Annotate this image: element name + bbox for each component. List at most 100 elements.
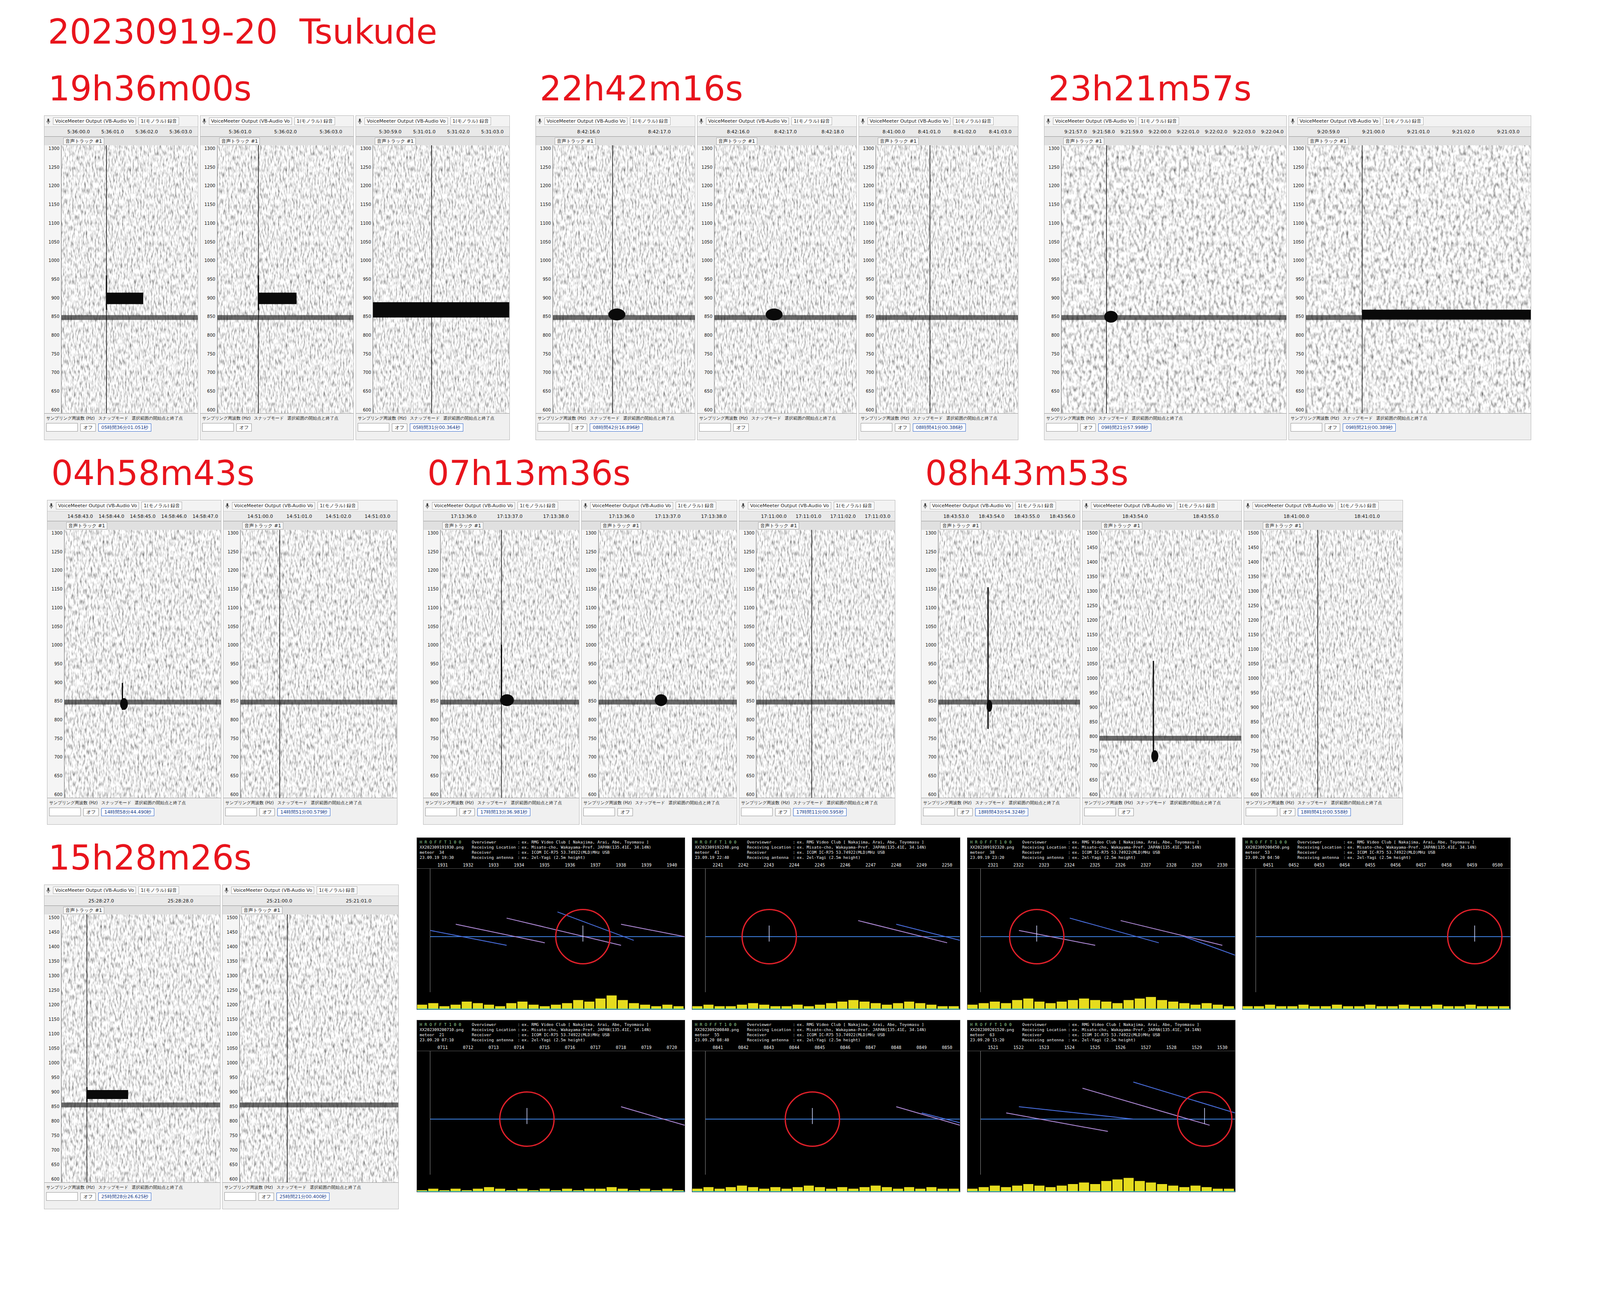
device-select[interactable]: VoiceMeeter Output (VB-Audio Vo bbox=[364, 117, 448, 125]
cursor-line[interactable] bbox=[929, 145, 931, 414]
selection-start-field[interactable]: 14時間51分00.579秒 bbox=[277, 808, 331, 817]
cursor-line[interactable] bbox=[501, 529, 503, 798]
cursor-line[interactable] bbox=[86, 914, 88, 1183]
device-select[interactable]: VoiceMeeter Output (VB-Audio Vo bbox=[867, 117, 951, 125]
spectrogram-plot[interactable] bbox=[64, 529, 221, 798]
track-name[interactable]: 音声トラック #1 bbox=[1101, 522, 1143, 530]
cursor-line[interactable] bbox=[612, 145, 614, 414]
time-ruler[interactable]: 14:58:43.014:58:44.014:58:45.014:58:46.0… bbox=[47, 511, 221, 522]
device-select[interactable]: VoiceMeeter Output (VB-Audio Vo bbox=[208, 117, 292, 125]
spectrogram-plot[interactable] bbox=[239, 914, 399, 1183]
spectrogram-plot[interactable] bbox=[440, 529, 580, 798]
track-name[interactable]: 音声トラック #1 bbox=[877, 137, 919, 145]
device-select[interactable]: VoiceMeeter Output (VB-Audio Vo bbox=[52, 117, 136, 125]
selection-start-field[interactable]: 17時間13分36.981秒 bbox=[477, 808, 531, 817]
cursor-line[interactable] bbox=[1105, 145, 1107, 414]
channel-select[interactable]: 1(モノラル) 録音 bbox=[317, 501, 359, 510]
device-select[interactable]: VoiceMeeter Output (VB-Audio Vo bbox=[1252, 502, 1336, 510]
selection-start-field[interactable]: 25時間21分00.400秒 bbox=[276, 1192, 330, 1201]
time-ruler[interactable]: 9:21:57.09:21:58.09:21:59.09:22:00.09:22… bbox=[1044, 126, 1287, 137]
cursor-line[interactable] bbox=[811, 529, 813, 798]
time-ruler[interactable]: 18:43:54.018:43:55.0 bbox=[1082, 511, 1242, 522]
track-name[interactable]: 音声トラック #1 bbox=[242, 522, 284, 530]
spectrogram-plot[interactable] bbox=[240, 529, 398, 798]
rate-select[interactable] bbox=[1245, 807, 1278, 817]
device-select[interactable]: VoiceMeeter Output (VB-Audio Vo bbox=[1297, 117, 1381, 125]
selection-start-field[interactable]: 09時間21分00.389秒 bbox=[1342, 423, 1396, 432]
time-ruler[interactable]: 8:41:00.08:41:01.08:41:02.08:41:03.0 bbox=[858, 126, 1018, 137]
rate-select[interactable] bbox=[1290, 423, 1323, 432]
rate-select[interactable] bbox=[741, 807, 773, 817]
channel-select[interactable]: 1(モノラル) 録音 bbox=[294, 117, 336, 126]
device-select[interactable]: VoiceMeeter Output (VB-Audio Vo bbox=[232, 502, 315, 510]
channel-select[interactable]: 1(モノラル) 録音 bbox=[833, 501, 875, 510]
rate-select[interactable] bbox=[49, 807, 81, 817]
time-ruler[interactable]: 17:13:36.017:13:37.017:13:38.0 bbox=[423, 511, 580, 522]
spectrogram-plot[interactable] bbox=[1099, 529, 1242, 798]
rate-select[interactable] bbox=[923, 807, 955, 817]
channel-select[interactable]: 1(モノラル) 録音 bbox=[141, 501, 183, 510]
rate-select[interactable] bbox=[46, 1192, 78, 1201]
track-name[interactable]: 音声トラック #1 bbox=[554, 137, 596, 145]
rate-select[interactable] bbox=[425, 807, 457, 817]
time-ruler[interactable]: 5:36:00.05:36:01.05:36:02.05:36:03.0 bbox=[44, 126, 198, 137]
selection-start-field[interactable]: 18時間41分00.558秒 bbox=[1297, 808, 1351, 817]
selection-start-field[interactable]: 05時間36分01.051秒 bbox=[98, 423, 152, 432]
snap-select[interactable]: オフ bbox=[258, 1192, 274, 1201]
time-ruler[interactable]: 17:11:00.017:11:01.017:11:02.017:11:03.0 bbox=[739, 511, 895, 522]
channel-select[interactable]: 1(モノラル) 録音 bbox=[1382, 117, 1424, 126]
cursor-line[interactable] bbox=[287, 914, 289, 1183]
channel-select[interactable]: 1(モノラル) 録音 bbox=[1138, 117, 1180, 126]
time-ruler[interactable]: 25:28:27.025:28:28.0 bbox=[44, 896, 221, 906]
snap-select[interactable]: オフ bbox=[733, 423, 749, 432]
spectrogram-plot[interactable] bbox=[1261, 529, 1403, 798]
selection-start-field[interactable]: 18時間43分54.324秒 bbox=[975, 808, 1029, 817]
spectrogram-plot[interactable] bbox=[373, 145, 510, 414]
device-select[interactable]: VoiceMeeter Output (VB-Audio Vo bbox=[432, 502, 515, 510]
cursor-line[interactable] bbox=[431, 145, 433, 414]
device-select[interactable]: VoiceMeeter Output (VB-Audio Vo bbox=[544, 117, 628, 125]
rate-select[interactable] bbox=[860, 423, 893, 432]
rate-select[interactable] bbox=[1084, 807, 1116, 817]
spectrogram-plot[interactable] bbox=[714, 145, 857, 414]
channel-select[interactable]: 1(モノラル) 録音 bbox=[1015, 501, 1056, 510]
track-name[interactable]: 音声トラック #1 bbox=[600, 522, 642, 530]
rate-select[interactable] bbox=[202, 423, 234, 432]
track-name[interactable]: 音声トラック #1 bbox=[63, 137, 105, 145]
rate-select[interactable] bbox=[537, 423, 570, 432]
channel-select[interactable]: 1(モノラル) 録音 bbox=[1176, 501, 1218, 510]
cursor-line[interactable] bbox=[105, 145, 107, 414]
selection-start-field[interactable]: 05時間31分00.364秒 bbox=[409, 423, 463, 432]
spectrogram-plot[interactable] bbox=[61, 914, 221, 1183]
track-name[interactable]: 音声トラック #1 bbox=[1262, 522, 1304, 530]
snap-select[interactable]: オフ bbox=[80, 1192, 96, 1201]
cursor-line[interactable] bbox=[258, 145, 259, 414]
spectrogram-plot[interactable] bbox=[1061, 145, 1287, 414]
channel-select[interactable]: 1(モノラル) 録音 bbox=[138, 886, 180, 895]
rate-select[interactable] bbox=[583, 807, 615, 817]
snap-select[interactable]: オフ bbox=[957, 808, 973, 817]
channel-select[interactable]: 1(モノラル) 録音 bbox=[1338, 501, 1379, 510]
selection-start-field[interactable]: 08時間41分00.386秒 bbox=[912, 423, 966, 432]
time-ruler[interactable]: 9:20:59.09:21:00.09:21:01.09:21:02.09:21… bbox=[1288, 126, 1531, 137]
snap-select[interactable]: オフ bbox=[83, 808, 99, 817]
channel-select[interactable]: 1(モノラル) 録音 bbox=[316, 886, 358, 895]
device-select[interactable]: VoiceMeeter Output (VB-Audio Vo bbox=[1052, 117, 1136, 125]
snap-select[interactable]: オフ bbox=[571, 423, 588, 432]
spectrogram-plot[interactable] bbox=[756, 529, 895, 798]
channel-select[interactable]: 1(モノラル) 録音 bbox=[138, 117, 180, 126]
spectrogram-plot[interactable] bbox=[876, 145, 1018, 414]
device-select[interactable]: VoiceMeeter Output (VB-Audio Vo bbox=[929, 502, 1013, 510]
snap-select[interactable]: オフ bbox=[1080, 423, 1096, 432]
time-ruler[interactable]: 18:43:53.018:43:54.018:43:55.018:43:56.0 bbox=[921, 511, 1080, 522]
channel-select[interactable]: 1(モノラル) 録音 bbox=[675, 501, 717, 510]
rate-select[interactable] bbox=[699, 423, 731, 432]
track-name[interactable]: 音声トラック #1 bbox=[241, 906, 283, 915]
track-name[interactable]: 音声トラック #1 bbox=[219, 137, 261, 145]
track-name[interactable]: 音声トラック #1 bbox=[1307, 137, 1349, 145]
rate-select[interactable] bbox=[225, 807, 257, 817]
selection-start-field[interactable]: 09時間21分57.998秒 bbox=[1098, 423, 1152, 432]
cursor-line[interactable] bbox=[1361, 145, 1363, 414]
selection-start-field[interactable]: 08時間42分16.896秒 bbox=[589, 423, 643, 432]
spectrogram-plot[interactable] bbox=[61, 145, 198, 414]
